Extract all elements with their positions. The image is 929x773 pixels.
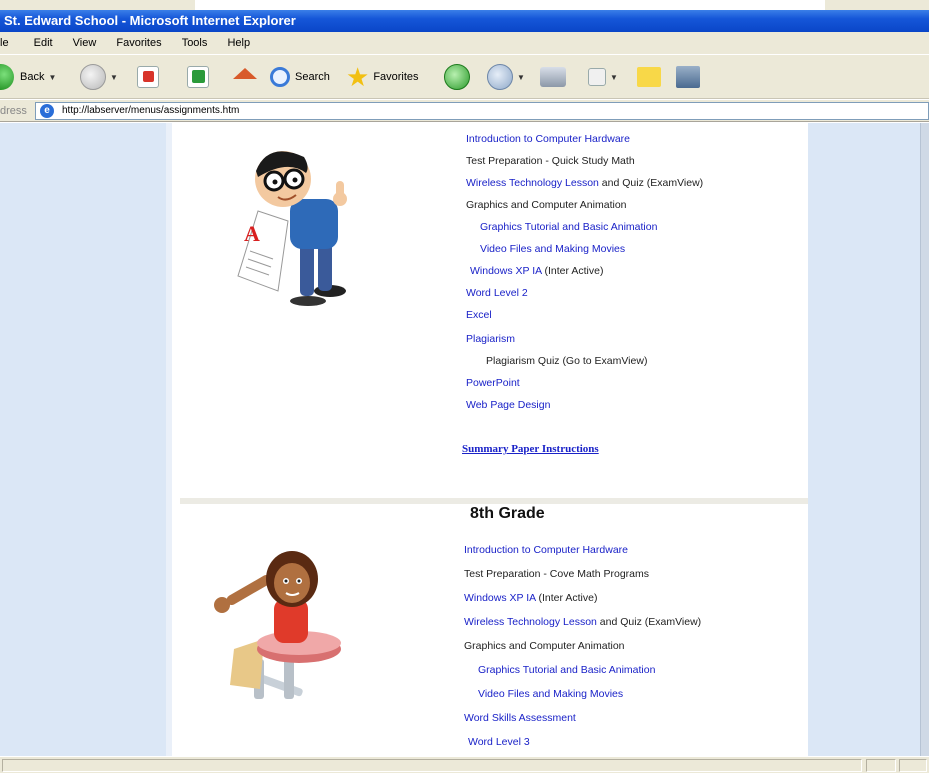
link-excel[interactable]: Excel [466, 309, 492, 321]
toolbar: Back ▼ ▼ Search ★ Favorites ▼ ▼ [0, 54, 929, 99]
stop-button[interactable] [137, 63, 159, 91]
link-word-level-2[interactable]: Word Level 2 [466, 287, 528, 299]
address-url: http://labserver/menus/assignments.htm [62, 105, 240, 116]
refresh-icon [187, 66, 209, 88]
link-plagiarism[interactable]: Plagiarism [466, 333, 515, 345]
address-bar: dress e http://labserver/menus/assignmen… [0, 100, 929, 122]
research-icon [676, 66, 700, 88]
list-item: Windows XP IA (Inter Active) [464, 592, 597, 604]
discuss-button[interactable] [637, 63, 661, 91]
menu-bar: le Edit View Favorites Tools Help [0, 32, 929, 54]
menu-file[interactable]: le [0, 32, 9, 54]
link-word-skills[interactable]: Word Skills Assessment [464, 712, 576, 724]
text-suffix: (Inter Active) [541, 265, 604, 277]
back-label: Back [20, 71, 45, 83]
link-video-files[interactable]: Video Files and Making Movies [478, 688, 623, 700]
list-item: Wireless Technology Lesson and Quiz (Exa… [466, 177, 703, 189]
title-bar[interactable]: St. Edward School - Microsoft Internet E… [0, 10, 929, 32]
edit-icon [588, 68, 606, 86]
mail-button[interactable]: ▼ [487, 63, 525, 91]
text-test-prep: Test Preparation - Cove Math Programs [464, 568, 649, 580]
print-button[interactable] [540, 63, 566, 91]
text-plagiarism-quiz: Plagiarism Quiz (Go to ExamView) [486, 355, 648, 367]
status-zone [899, 759, 927, 772]
link-video-files[interactable]: Video Files and Making Movies [480, 243, 625, 255]
address-input[interactable]: e http://labserver/menus/assignments.htm [35, 102, 929, 120]
list-item: Wireless Technology Lesson and Quiz (Exa… [464, 616, 701, 628]
section-heading-8th-grade: 8th Grade [470, 505, 545, 522]
forward-arrow-icon [80, 64, 106, 90]
history-icon [444, 64, 470, 90]
link-windows-xp[interactable]: Windows XP IA [470, 265, 542, 277]
menu-tools[interactable]: Tools [182, 32, 208, 54]
text-suffix: (Inter Active) [535, 592, 598, 604]
dropdown-arrow-icon: ▼ [110, 72, 118, 82]
edit-button[interactable]: ▼ [588, 63, 618, 91]
favorites-label: Favorites [373, 71, 419, 83]
link-word-level-3[interactable]: Word Level 3 [468, 736, 530, 748]
search-label: Search [295, 71, 330, 83]
section-divider [180, 498, 808, 504]
address-label: dress [0, 105, 27, 117]
menu-favorites[interactable]: Favorites [116, 32, 161, 54]
link-graphics-tutorial[interactable]: Graphics Tutorial and Basic Animation [480, 221, 657, 233]
svg-text:A: A [244, 221, 260, 246]
favorites-button[interactable]: ★ Favorites [346, 63, 419, 91]
dropdown-arrow-icon: ▼ [610, 72, 618, 82]
page-content: A Introduction to Computer Hardware Test… [0, 123, 929, 756]
list-item: Windows XP IA (Inter Active) [470, 265, 603, 277]
link-intro-hardware[interactable]: Introduction to Computer Hardware [464, 544, 628, 556]
status-bar [0, 756, 929, 773]
menu-edit[interactable]: Edit [34, 32, 53, 54]
dropdown-arrow-icon: ▼ [48, 72, 57, 82]
girl-at-desk-clipart [214, 551, 341, 699]
search-icon [270, 67, 290, 87]
home-icon [233, 67, 257, 79]
text-graphics-animation: Graphics and Computer Animation [464, 640, 625, 652]
menu-view[interactable]: View [73, 32, 97, 54]
back-arrow-icon [0, 64, 14, 90]
messenger-button[interactable] [676, 63, 700, 91]
status-zone [866, 759, 896, 772]
link-powerpoint[interactable]: PowerPoint [466, 377, 520, 389]
folder-icon [637, 67, 661, 87]
link-wireless-lesson[interactable]: Wireless Technology Lesson [464, 616, 597, 628]
right-sidebar [808, 123, 920, 756]
stop-icon [137, 66, 159, 88]
search-button[interactable]: Search [270, 63, 330, 91]
vertical-scrollbar[interactable] [920, 123, 929, 756]
back-button[interactable]: Back ▼ [0, 63, 56, 91]
star-icon: ★ [346, 62, 370, 92]
text-suffix: and Quiz (ExamView) [598, 177, 704, 189]
link-web-page-design[interactable]: Web Page Design [466, 399, 550, 411]
browser-window: St. Edward School - Microsoft Internet E… [0, 0, 929, 773]
home-button[interactable] [233, 63, 257, 91]
left-sidebar [0, 123, 172, 756]
link-intro-hardware[interactable]: Introduction to Computer Hardware [466, 133, 630, 145]
dropdown-arrow-icon: ▼ [517, 72, 525, 82]
link-graphics-tutorial[interactable]: Graphics Tutorial and Basic Animation [478, 664, 655, 676]
text-suffix: and Quiz (ExamView) [596, 616, 702, 628]
mail-icon [487, 64, 513, 90]
status-text-area [2, 759, 862, 772]
link-windows-xp[interactable]: Windows XP IA [464, 592, 536, 604]
refresh-button[interactable] [187, 63, 209, 91]
ie-page-icon: e [40, 104, 54, 118]
forward-button[interactable]: ▼ [80, 63, 118, 91]
printer-icon [540, 67, 566, 87]
link-summary-paper[interactable]: Summary Paper Instructions [462, 443, 599, 455]
text-graphics-animation: Graphics and Computer Animation [466, 199, 627, 211]
text-test-prep: Test Preparation - Quick Study Math [466, 155, 635, 167]
menu-help[interactable]: Help [227, 32, 250, 54]
history-button[interactable] [444, 63, 470, 91]
link-wireless-lesson[interactable]: Wireless Technology Lesson [466, 177, 599, 189]
window-title: St. Edward School - Microsoft Internet E… [4, 13, 296, 28]
boy-with-test-paper-clipart: A [237, 151, 347, 306]
